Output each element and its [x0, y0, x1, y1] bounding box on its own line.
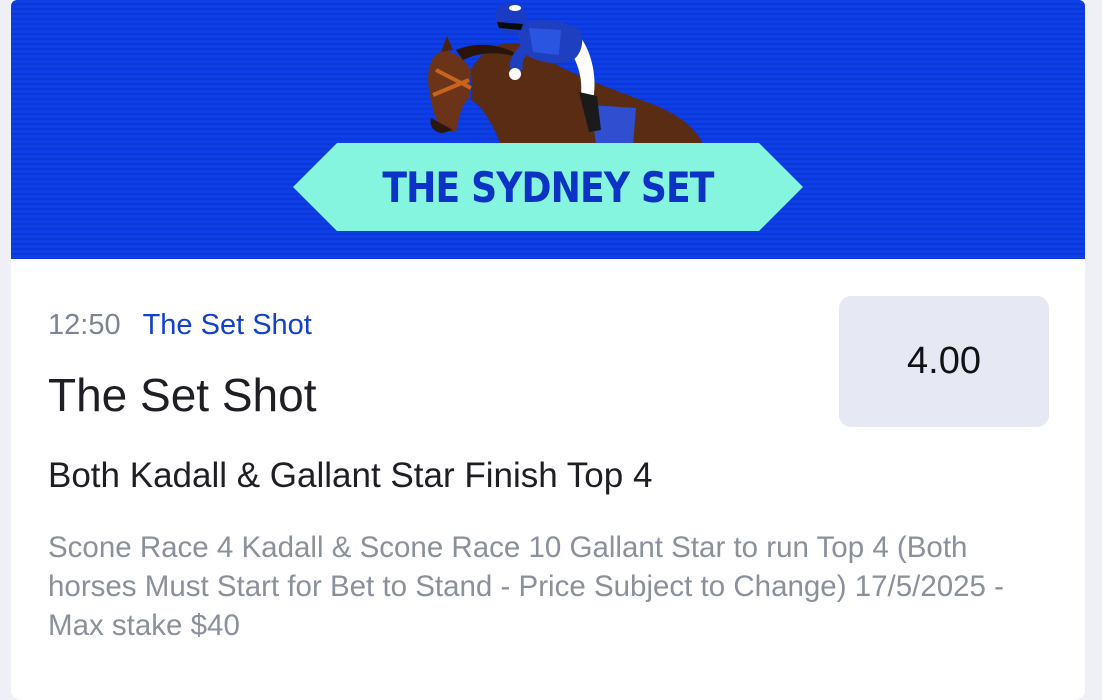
banner-title: THE SYDNEY SET [382, 162, 714, 212]
horse-jockey-icon [428, 2, 703, 145]
market-meta: 12:50 The Set Shot [48, 305, 312, 345]
race-time: 12:50 [48, 308, 121, 341]
selection-name: Both Kadall & Gallant Star Finish Top 4 [48, 456, 653, 495]
market-title: The Set Shot [48, 369, 317, 421]
market-description: Scone Race 4 Kadall & Scone Race 10 Gall… [48, 531, 1004, 642]
market-link[interactable]: The Set Shot [143, 309, 312, 342]
odds-button[interactable]: 4.00 [839, 296, 1049, 427]
promo-banner: THE SYDNEY SET [11, 0, 1085, 259]
bet-card: THE SYDNEY SET 12:50 The Set Shot The Se… [11, 0, 1085, 700]
